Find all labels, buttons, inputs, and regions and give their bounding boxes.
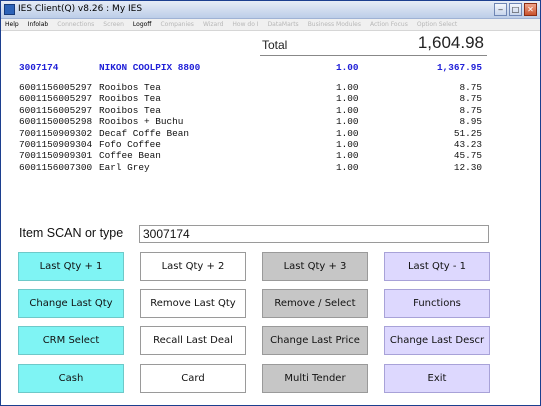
scan-label: Item SCAN or type bbox=[19, 226, 124, 240]
item-code: 6001156005297 bbox=[19, 104, 93, 116]
menu-item[interactable]: Infolab bbox=[28, 19, 49, 30]
title-bar[interactable]: IES Client(Q) v8.26 : My IES ‒ □ ✕ bbox=[1, 1, 540, 19]
card-button[interactable]: Card bbox=[140, 364, 246, 393]
menu-item: Action Focus bbox=[370, 21, 408, 28]
transaction-line: 6001156007300 Earl Grey 1.00 12.30 bbox=[19, 162, 489, 173]
item-amount: 8.95 bbox=[459, 116, 482, 128]
item-code: 3007174 bbox=[19, 62, 59, 73]
transaction-line: 7001150909304 Fofo Coffee 1.00 43.23 bbox=[19, 139, 489, 150]
scan-input[interactable] bbox=[139, 225, 489, 243]
crm-select-button[interactable]: CRM Select bbox=[18, 326, 124, 355]
menu-item: Business Modules bbox=[307, 21, 361, 28]
exit-button[interactable]: Exit bbox=[384, 364, 490, 393]
menu-item: Option Select bbox=[416, 21, 458, 28]
item-quantity: 1.00 bbox=[336, 104, 359, 116]
item-quantity: 1.00 bbox=[336, 138, 359, 150]
menu-item[interactable]: Help bbox=[5, 19, 19, 30]
transaction-line: 6001156005297 Rooibos Tea 1.00 8.75 bbox=[19, 82, 489, 93]
last-qty-plus-3-button[interactable]: Last Qty + 3 bbox=[262, 252, 368, 281]
item-quantity: 1.00 bbox=[336, 150, 359, 162]
last-qty-plus-1-button[interactable]: Last Qty + 1 bbox=[18, 252, 124, 281]
item-description: Decaf Coffe Bean bbox=[99, 127, 190, 139]
change-last-qty-button[interactable]: Change Last Qty bbox=[18, 289, 124, 318]
total-divider bbox=[260, 55, 487, 56]
item-description: Rooibos Tea bbox=[99, 104, 161, 116]
menu-item: Wizard bbox=[202, 21, 224, 28]
menu-bar: Help Infolab Connections Screen Logoff Compan… bbox=[1, 19, 540, 31]
transaction-line: 6001156005297 Rooibos Tea 1.00 8.75 bbox=[19, 93, 489, 104]
item-code: 6001156005297 bbox=[19, 82, 93, 93]
cash-button[interactable]: Cash bbox=[18, 364, 124, 393]
functions-button[interactable]: Functions bbox=[384, 289, 490, 318]
maximize-icon[interactable]: □ bbox=[509, 3, 522, 16]
last-scanned-line: 3007174 NIKON COOLPIX 8800 1.00 1,367.95 bbox=[19, 62, 489, 82]
recall-last-deal-button[interactable]: Recall Last Deal bbox=[140, 326, 246, 355]
close-icon[interactable]: ✕ bbox=[524, 3, 537, 16]
total-value: 1,604.98 bbox=[417, 33, 484, 52]
item-amount: 12.30 bbox=[453, 161, 482, 173]
item-code: 7001150909301 bbox=[19, 150, 93, 162]
transaction-line: 7001150909301 Coffee Bean 1.00 45.75 bbox=[19, 150, 489, 161]
window-controls: ‒ □ ✕ bbox=[494, 3, 537, 16]
transaction-line: 6001150005298 Rooibos + Buchu 1.00 8.95 bbox=[19, 116, 489, 127]
transaction-lines: 3007174 NIKON COOLPIX 8800 1.00 1,367.95 600… bbox=[19, 62, 489, 173]
minimize-icon[interactable]: ‒ bbox=[494, 3, 507, 16]
item-code: 6001156005297 bbox=[19, 93, 93, 105]
transaction-line: 6001156005297 Rooibos Tea 1.00 8.75 bbox=[19, 105, 489, 116]
menu-item: How do I bbox=[232, 21, 259, 28]
menu-item[interactable]: Logoff bbox=[133, 19, 152, 30]
item-code: 6001150005298 bbox=[19, 116, 93, 128]
item-description: Rooibos Tea bbox=[99, 82, 161, 93]
item-amount: 43.23 bbox=[453, 138, 482, 150]
total-label: Total bbox=[262, 38, 288, 52]
menu-item: DataMarts bbox=[267, 21, 299, 28]
item-quantity: 1.00 bbox=[336, 127, 359, 139]
last-qty-minus-1-button[interactable]: Last Qty - 1 bbox=[384, 252, 490, 281]
multi-tender-button[interactable]: Multi Tender bbox=[262, 364, 368, 393]
menu-item: Companies bbox=[160, 21, 194, 28]
item-amount: 8.75 bbox=[459, 104, 482, 116]
app-icon bbox=[4, 4, 15, 15]
item-amount: 45.75 bbox=[453, 150, 482, 162]
item-amount: 1,367.95 bbox=[436, 62, 482, 73]
change-last-descr-button[interactable]: Change Last Descr bbox=[384, 326, 490, 355]
item-quantity: 1.00 bbox=[336, 93, 359, 105]
item-description: Rooibos Tea bbox=[99, 93, 161, 105]
item-description: Coffee Bean bbox=[99, 150, 161, 162]
item-code: 7001150909302 bbox=[19, 127, 93, 139]
item-amount: 8.75 bbox=[459, 82, 482, 93]
item-description: NIKON COOLPIX 8800 bbox=[99, 62, 201, 73]
window-title: IES Client(Q) v8.26 : My IES bbox=[18, 4, 143, 14]
item-code: 7001150909304 bbox=[19, 138, 93, 150]
item-quantity: 1.00 bbox=[336, 62, 359, 73]
change-last-price-button[interactable]: Change Last Price bbox=[262, 326, 368, 355]
menu-item: Screen bbox=[103, 21, 124, 28]
item-quantity: 1.00 bbox=[336, 82, 359, 93]
menu-item: Connections bbox=[57, 21, 95, 28]
item-quantity: 1.00 bbox=[336, 116, 359, 128]
item-description: Earl Grey bbox=[99, 161, 150, 173]
item-description: Rooibos + Buchu bbox=[99, 116, 184, 128]
item-description: Fofo Coffee bbox=[99, 138, 161, 150]
item-quantity: 1.00 bbox=[336, 161, 359, 173]
item-amount: 8.75 bbox=[459, 93, 482, 105]
item-code: 6001156007300 bbox=[19, 161, 93, 173]
remove-select-button[interactable]: Remove / Select bbox=[262, 289, 368, 318]
item-amount: 51.25 bbox=[453, 127, 482, 139]
remove-last-qty-button[interactable]: Remove Last Qty bbox=[140, 289, 246, 318]
transaction-line: 7001150909302 Decaf Coffe Bean 1.00 51.25 bbox=[19, 128, 489, 139]
last-qty-plus-2-button[interactable]: Last Qty + 2 bbox=[140, 252, 246, 281]
app-window: IES Client(Q) v8.26 : My IES ‒ □ ✕ Help I… bbox=[0, 0, 541, 406]
